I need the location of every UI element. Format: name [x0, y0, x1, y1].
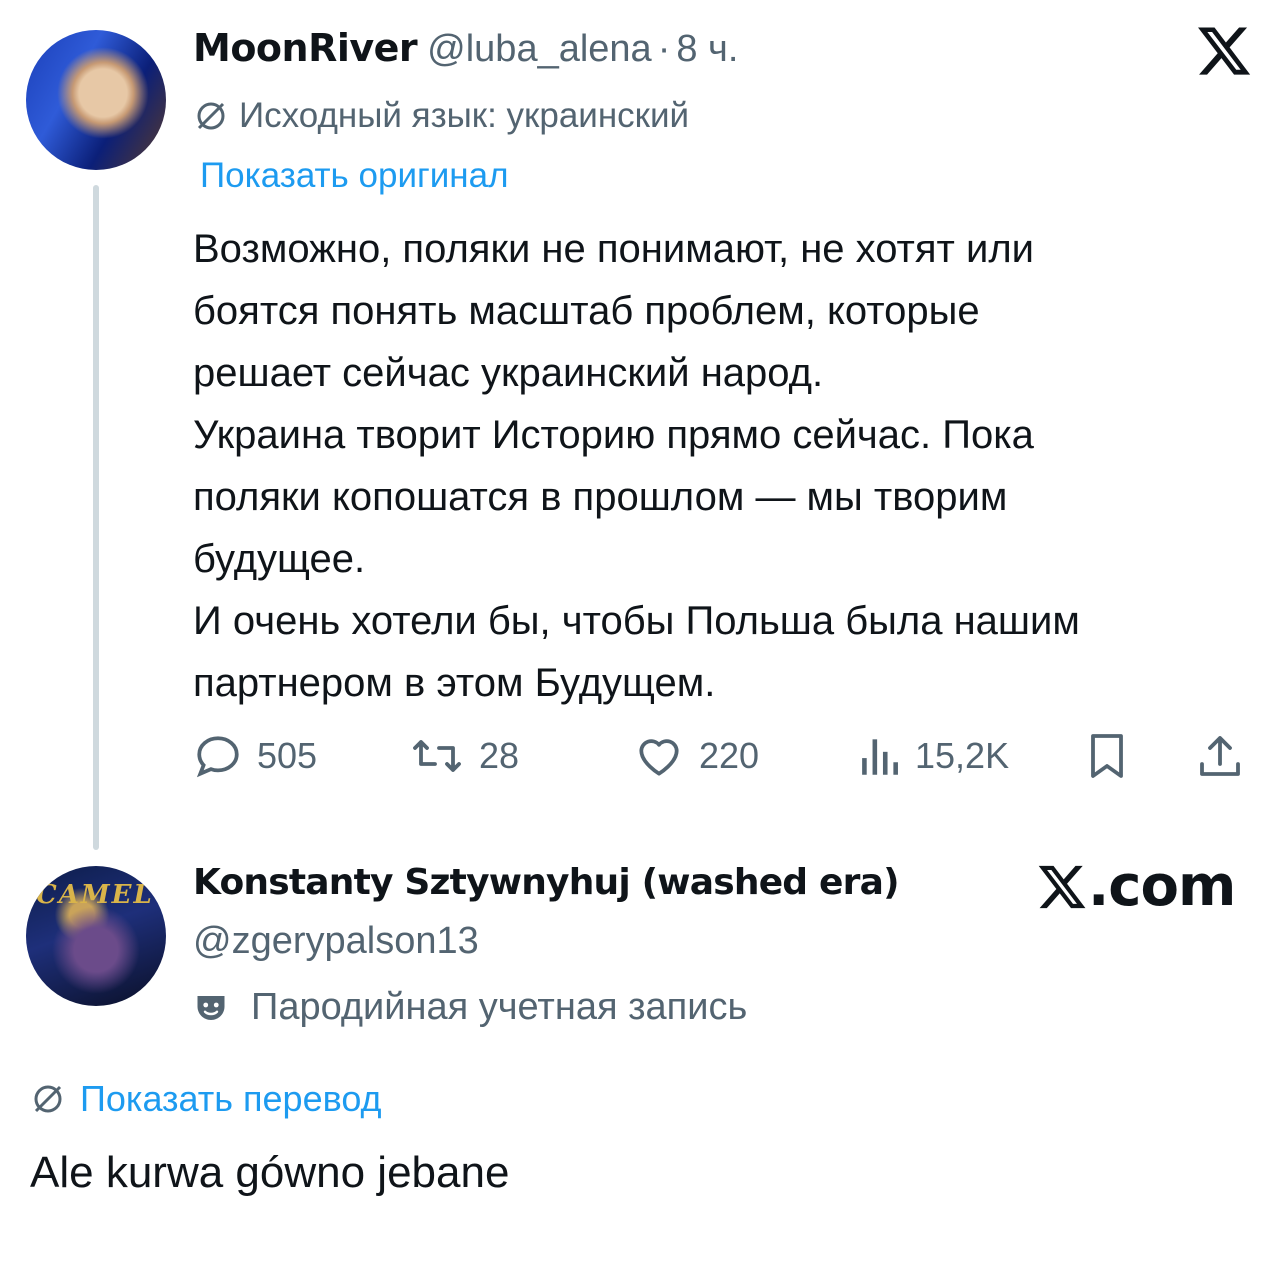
- tweet-actions: 505 28 220 15,2K: [193, 724, 1253, 788]
- share-button[interactable]: [1195, 724, 1259, 788]
- show-translation-label[interactable]: Показать перевод: [80, 1078, 382, 1120]
- tweet-text-line: И очень хотели бы, чтобы Польша была наш…: [193, 599, 1080, 643]
- reply-icon: [196, 736, 239, 778]
- x-logo-icon[interactable]: [1195, 22, 1253, 80]
- repost-icon: [413, 740, 461, 772]
- parody-mask-icon: [197, 995, 225, 1020]
- source-language: Исходный язык: украинский: [193, 96, 689, 136]
- avatar-logo-text: CAMEL: [36, 880, 154, 910]
- views-count: 15,2K: [915, 735, 1010, 776]
- reply-header: Konstanty Sztywnyhuj (washed era): [193, 862, 900, 903]
- share-icon: [1200, 736, 1240, 776]
- tweet-text-line: боятся понять масштаб проблем, которые: [193, 289, 980, 333]
- avatar[interactable]: CAMEL: [26, 866, 166, 1006]
- separator-dot: ·: [657, 28, 671, 70]
- bookmark-button[interactable]: [1083, 724, 1145, 788]
- user-handle[interactable]: @zgerypalson13: [193, 920, 479, 963]
- thread-line: [93, 185, 99, 850]
- tweet-text-line: Возможно, поляки не понимают, не хотят и…: [193, 227, 1034, 271]
- reply-text: Ale kurwa gówno jebane: [30, 1148, 510, 1197]
- views-button[interactable]: 15,2K: [857, 724, 1009, 788]
- bookmark-icon: [1091, 734, 1123, 778]
- x-com-label: .com: [1088, 854, 1236, 919]
- tweet-text-line: будущее.: [193, 537, 366, 581]
- tweet-text-line: решает сейчас украинский народ.: [193, 351, 824, 395]
- parody-badge: Пародийная учетная запись: [193, 986, 747, 1029]
- reply-count: 505: [257, 735, 318, 776]
- user-handle[interactable]: @luba_alena: [427, 28, 652, 71]
- translate-icon: [197, 102, 225, 130]
- avatar[interactable]: [26, 30, 166, 170]
- repost-count: 28: [479, 735, 520, 776]
- tweet-text-line: партнером в этом Будущем.: [193, 661, 716, 705]
- repost-button[interactable]: 28: [409, 724, 519, 788]
- timestamp[interactable]: 8 ч.: [676, 28, 738, 71]
- display-name[interactable]: Konstanty Sztywnyhuj (washed era): [193, 862, 900, 903]
- reply-button[interactable]: 505: [193, 724, 317, 788]
- like-count: 220: [699, 735, 760, 776]
- views-icon: [862, 739, 898, 775]
- display-name[interactable]: MoonRiver: [193, 26, 418, 70]
- tweet-text-line: поляки копошатся в прошлом — мы творим: [193, 475, 1008, 519]
- like-button[interactable]: 220: [633, 724, 759, 788]
- translate-icon: [34, 1085, 62, 1113]
- like-icon: [639, 739, 679, 776]
- tweet-header: MoonRiver @luba_alena · 8 ч.: [193, 26, 738, 76]
- tweet-text: Возможно, поляки не понимают, не хотят и…: [193, 218, 1263, 714]
- x-com-watermark: .com: [1036, 854, 1236, 919]
- show-translation-link[interactable]: Показать перевод: [30, 1078, 382, 1120]
- x-logo-icon: [1038, 865, 1086, 908]
- show-original-link[interactable]: Показать оригинал: [200, 156, 509, 196]
- parody-badge-label: Пародийная учетная запись: [251, 986, 748, 1028]
- source-language-label: Исходный язык: украинский: [239, 96, 690, 135]
- tweet-text-line: Украина творит Историю прямо сейчас. Пок…: [193, 413, 1034, 457]
